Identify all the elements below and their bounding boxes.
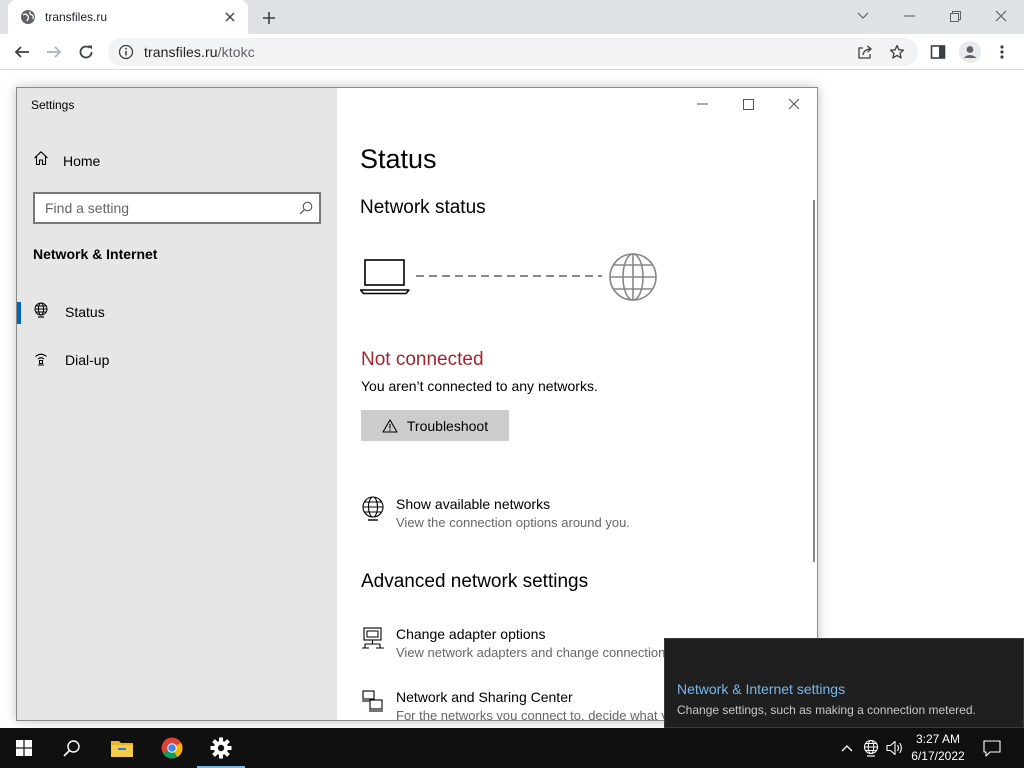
url-text: transfiles.ru/ktokc: [144, 44, 255, 60]
settings-sidebar: Settings Home Network & Internet Status: [17, 88, 337, 720]
network-status-heading: Network status: [360, 197, 486, 218]
maximize-icon[interactable]: [725, 90, 771, 118]
content-scrollbar[interactable]: [813, 200, 815, 562]
connection-state: Not connected: [361, 349, 484, 370]
volume-icon[interactable]: [884, 728, 906, 768]
sidebar-item-status[interactable]: Status: [17, 292, 337, 332]
settings-icon[interactable]: [197, 728, 245, 768]
star-icon[interactable]: [886, 41, 908, 63]
reload-icon[interactable]: [74, 40, 98, 64]
search-input[interactable]: [45, 200, 293, 216]
taskbar-clock[interactable]: 3:27 AM 6/17/2022: [906, 731, 970, 765]
search-icon[interactable]: [48, 728, 96, 768]
start-icon[interactable]: [0, 728, 48, 768]
window-title: Settings: [31, 98, 75, 112]
laptop-icon: [360, 259, 410, 295]
sidebar-item-dial-up[interactable]: Dial-up: [17, 340, 337, 380]
url-path: /ktokc: [217, 44, 255, 60]
notifications-icon[interactable]: [976, 728, 1008, 768]
more-vert-icon[interactable]: [990, 40, 1014, 64]
close-icon[interactable]: [771, 90, 817, 118]
dial-up-icon: [33, 350, 49, 371]
file-explorer-icon[interactable]: [98, 728, 146, 768]
network-adapter-icon: [360, 626, 386, 654]
nav-home[interactable]: Home: [33, 150, 100, 171]
sidebar-item-label: Dial-up: [65, 352, 110, 368]
new-tab-button[interactable]: [258, 7, 280, 29]
minimize-icon[interactable]: [886, 0, 932, 32]
warning-icon: [382, 418, 398, 433]
sharing-center-icon: [360, 689, 386, 717]
settings-window: Settings Home Network & Internet Status: [16, 87, 818, 721]
settings-content: Status Network status Not connected You …: [337, 88, 817, 720]
show-networks-description: View the connection options around you.: [396, 515, 630, 530]
share-icon[interactable]: [854, 41, 876, 63]
search-icon[interactable]: [293, 195, 319, 221]
browser-tab-strip: transfiles.ru: [0, 0, 1024, 34]
home-icon: [33, 150, 49, 171]
chevron-up-icon[interactable]: [838, 728, 856, 768]
advanced-network-settings-heading: Advanced network settings: [361, 571, 589, 592]
taskbar: 3:27 AM 6/17/2022: [0, 728, 1024, 768]
chevron-down-icon[interactable]: [840, 0, 886, 32]
section-title: Network & Internet: [33, 246, 158, 262]
minimize-icon[interactable]: [679, 90, 725, 118]
troubleshoot-label: Troubleshoot: [406, 417, 489, 434]
network-flyout: Network & Internet settings Change setti…: [664, 638, 1024, 728]
chrome-icon[interactable]: [148, 728, 196, 768]
url-host: transfiles.ru: [144, 44, 218, 60]
network-internet-settings-link[interactable]: Network & Internet settings: [677, 681, 845, 697]
browser-tab[interactable]: transfiles.ru: [8, 0, 248, 34]
sidebar-item-label: Status: [65, 304, 105, 320]
connection-description: You aren’t connected to any networks.: [361, 378, 598, 394]
selection-indicator: [17, 302, 21, 324]
globe-icon: [360, 496, 386, 524]
clock-date: 6/17/2022: [911, 749, 965, 763]
page-title: Status: [360, 144, 437, 174]
info-icon[interactable]: [118, 44, 134, 60]
globe-icon: [33, 302, 49, 323]
profile-icon[interactable]: [958, 40, 982, 64]
show-networks-title: Show available networks: [396, 496, 551, 512]
browser-toolbar: transfiles.ru/ktokc: [0, 34, 1024, 70]
restore-icon[interactable]: [932, 0, 978, 32]
internet-globe-icon: [609, 253, 657, 301]
troubleshoot-button[interactable]: Troubleshoot: [361, 410, 509, 441]
settings-search: [33, 192, 321, 224]
flyout-description: Change settings, such as making a connec…: [677, 703, 976, 717]
show-available-networks[interactable]: Show available networks View the connect…: [360, 496, 630, 532]
globe-icon: [20, 9, 36, 25]
network-icon[interactable]: [860, 728, 882, 768]
tab-title: transfiles.ru: [45, 10, 108, 24]
network-diagram: [360, 253, 657, 301]
back-icon[interactable]: [10, 40, 34, 64]
side-panel-icon[interactable]: [926, 40, 950, 64]
close-icon[interactable]: [222, 9, 238, 25]
address-bar[interactable]: transfiles.ru/ktokc: [108, 38, 918, 66]
close-icon[interactable]: [978, 0, 1024, 32]
forward-icon[interactable]: [42, 40, 66, 64]
nav-home-label: Home: [63, 152, 101, 169]
clock-time: 3:27 AM: [915, 732, 961, 746]
